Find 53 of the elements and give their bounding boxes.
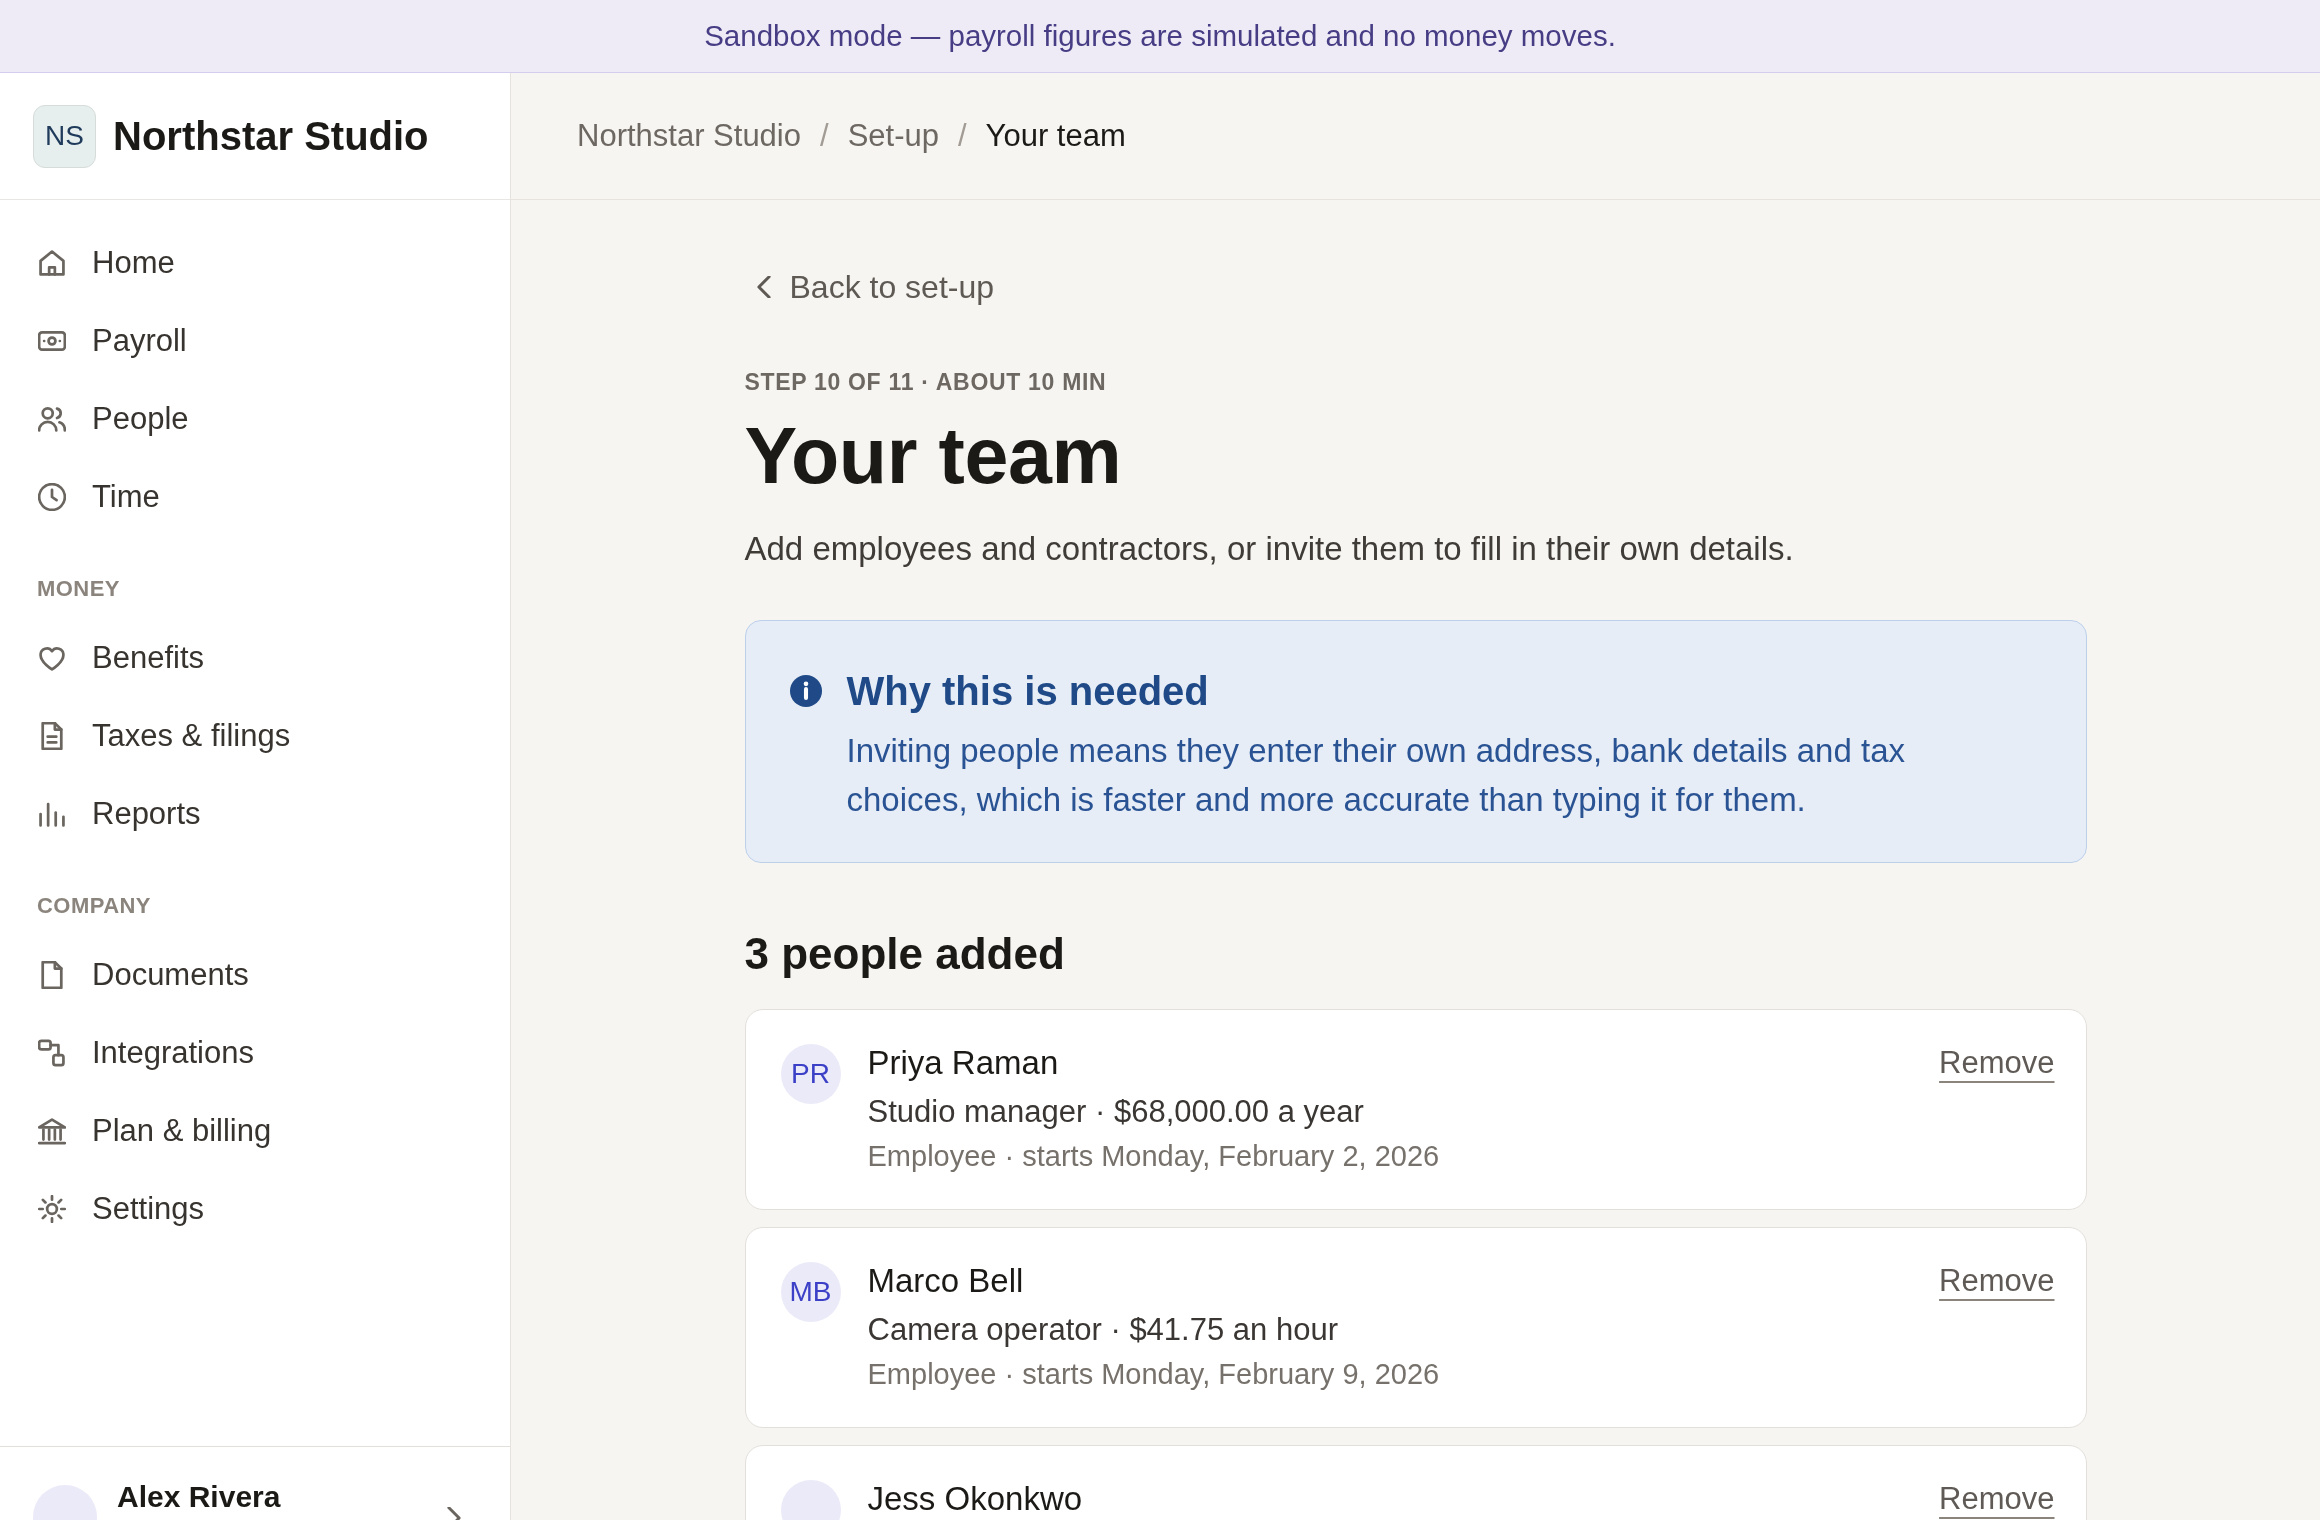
nav-item[interactable]: Time (16, 458, 494, 536)
company-name: Northstar Studio (113, 113, 429, 159)
person-start-detail: Employee · starts Monday, February 9, 2026 (867, 1357, 1440, 1392)
nav-item[interactable]: Benefits (16, 619, 494, 697)
page-subtitle: Add employees and contractors, or invite them to fill in their own details. (744, 529, 1794, 569)
back-link[interactable]: Back to set-up (756, 267, 995, 307)
nav-item[interactable]: Settings (16, 1170, 494, 1248)
breadcrumb-separator: / (957, 118, 967, 154)
nav-item[interactable]: Payroll (16, 302, 494, 380)
nav-section-heading: MONEY (36, 575, 121, 603)
bar-chart-icon (38, 800, 66, 828)
person-avatar: MB (780, 1262, 841, 1322)
nav-item[interactable]: Plan & billing (16, 1092, 494, 1170)
callout-title: Why this is needed (846, 668, 1210, 715)
file-icon (38, 961, 66, 989)
person-avatar: PR (780, 1044, 841, 1104)
person-role-pay: Studio manager · $68,000.00 a year (867, 1093, 1364, 1131)
callout-text: Inviting people means they enter their own address, bank details and tax choices, which is faster and more accurate than typing it for them. (846, 731, 1906, 820)
home-icon (38, 249, 66, 277)
person-role-pay: Camera operator · $41.75 an hour (867, 1311, 1338, 1349)
nav-item[interactable]: Integrations (16, 1014, 494, 1092)
breadcrumb-separator: / (820, 118, 829, 154)
person-name: Jess Okonkwo (867, 1479, 1083, 1519)
breadcrumb-link[interactable]: Northstar Studio (577, 118, 801, 154)
banner-text: Sandbox mode — payroll figures are simulated and no money moves. (704, 19, 1616, 53)
remove-link[interactable]: Remove (1939, 1261, 2055, 1301)
linked-squares-icon (38, 1039, 66, 1067)
breadcrumb-current: Your team (985, 118, 1126, 154)
bank-icon (38, 1117, 66, 1145)
heart-icon (38, 644, 66, 672)
nav-item[interactable]: Taxes & filings (16, 697, 494, 775)
brand-logo: NS (33, 104, 96, 168)
settings-icon (38, 1195, 66, 1223)
breadcrumb-link[interactable]: Set-up (847, 118, 939, 154)
clock-icon (38, 483, 66, 511)
person-name: Marco Bell (867, 1261, 1024, 1301)
person-start-detail: Employee · starts Monday, February 2, 2026 (867, 1139, 1440, 1174)
info-icon (789, 675, 822, 707)
person-name: Priya Raman (867, 1043, 1059, 1083)
section-heading: 3 people added (744, 928, 1065, 980)
user-name: Alex Rivera (117, 1479, 281, 1515)
remove-link[interactable]: Remove (1939, 1479, 2055, 1519)
nav-item[interactable]: People (16, 380, 494, 458)
document-icon (38, 722, 66, 750)
nav-section-heading: COMPANY (36, 892, 152, 920)
step-label: STEP 10 OF 11 · ABOUT 10 MIN (744, 368, 1107, 396)
nav-item[interactable]: Home (16, 224, 494, 302)
nav-item[interactable]: Documents (16, 936, 494, 1014)
nav-item[interactable]: Reports (16, 775, 494, 853)
chevron-left-icon (756, 276, 771, 298)
page-title: Your team (744, 412, 1122, 500)
people-icon (38, 405, 66, 433)
remove-link[interactable]: Remove (1939, 1043, 2055, 1083)
